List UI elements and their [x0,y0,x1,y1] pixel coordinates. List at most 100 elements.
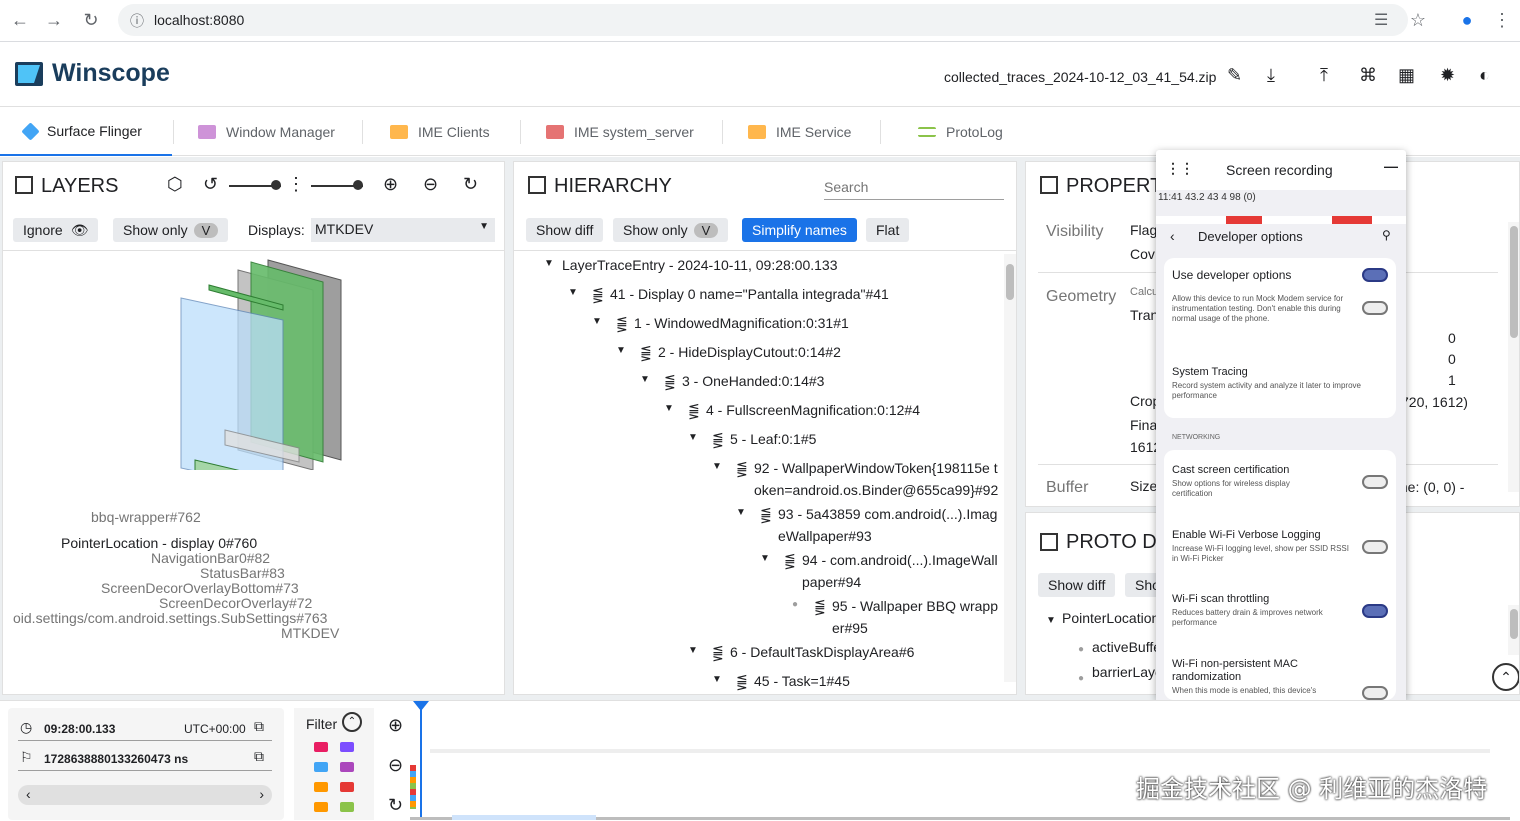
proto-row[interactable]: activeBuffe [1092,638,1161,656]
zoom-out-icon[interactable]: ⊖ [423,174,438,195]
eye-icon: 👁 [70,221,89,238]
trace-filter-icon[interactable] [314,742,328,752]
pin-icon[interactable]: ⪋ [736,672,748,690]
trace-filter-icon[interactable] [314,802,328,812]
bug-icon[interactable]: ✹ [1440,65,1455,86]
ignore-button[interactable]: Ignore 👁 [13,218,99,242]
edit-icon[interactable]: ✎ [1227,65,1242,86]
pin-icon[interactable]: ⪋ [736,459,748,477]
toggle-switch[interactable] [1362,268,1388,282]
proto-row[interactable]: PointerLocation [1062,609,1159,627]
translate-icon[interactable]: ☰ [1374,10,1388,30]
collapse-icon[interactable] [1040,176,1058,194]
minimize-icon[interactable]: — [1384,158,1398,174]
trace-markers [410,765,416,809]
pin-icon[interactable]: ⪋ [616,314,628,332]
toggle-switch[interactable] [1362,475,1388,489]
trace-filter-icon[interactable] [340,782,354,792]
pin-icon[interactable]: ⪋ [592,285,604,303]
copy-icon[interactable]: ⧉ [254,718,264,735]
upload-icon[interactable]: ⤒ [1320,65,1328,86]
trace-filter-icon[interactable] [314,762,328,772]
forward-icon[interactable]: → [42,8,66,32]
timeline-cursor[interactable] [420,705,422,820]
tab-window-manager[interactable]: Window Manager [198,108,335,156]
docs-icon[interactable]: ▦ [1398,65,1415,86]
scrollbar[interactable] [1508,222,1519,492]
pin-icon[interactable]: ⪋ [640,343,652,361]
search-input[interactable] [824,174,1004,200]
back-arrow-icon[interactable]: ‹ [1170,228,1175,244]
prev-entry-icon[interactable]: ‹ [26,786,31,802]
layer-label: NavigationBar0#82 [151,550,271,566]
tab-ime-system-server[interactable]: IME system_server [546,108,694,156]
trace-filter-icon[interactable] [340,802,354,812]
display-select[interactable]: MTKDEV ▼ [311,218,495,242]
copy-icon[interactable]: ⧉ [254,748,264,765]
reset-zoom-icon[interactable]: ↻ [388,795,403,816]
tab-protolog[interactable]: ProtoLog [918,108,1003,156]
simplify-names-button[interactable]: Simplify names [742,218,857,242]
drag-handle-icon[interactable]: ⋮⋮ [1166,160,1194,177]
3d-view-icon[interactable]: ⬡ [167,174,183,195]
menu-icon[interactable]: ⋮ [1490,8,1514,32]
pin-icon[interactable]: ⪋ [784,551,796,569]
reset-view-icon[interactable]: ↻ [463,174,478,195]
slider-thumb[interactable] [353,180,363,190]
collapse-icon[interactable] [1040,533,1058,551]
minimap-selection[interactable] [452,815,596,820]
show-only-button[interactable]: Show only V [613,218,729,242]
toggle-switch[interactable] [1362,301,1388,315]
zoom-out-icon[interactable]: ⊖ [388,755,403,776]
pin-icon[interactable]: ⪋ [814,597,826,615]
reload-icon[interactable]: ↻ [79,8,103,32]
tree-row-label: 94 - com.android(...).ImageWall [802,552,998,568]
scrollbar[interactable] [1508,605,1519,655]
trace-filter-icon[interactable] [314,782,328,792]
address-bar[interactable]: ⓘ localhost:8080 ☰ [118,4,1408,36]
tab-surface-flinger[interactable]: Surface Flinger [0,108,172,156]
pin-icon[interactable]: ⪋ [712,430,724,448]
time-field[interactable]: ◷ 09:28:00.133 UTC+00:00 ⧉ [18,717,272,741]
pin-icon[interactable]: ⪋ [688,401,700,419]
trace-filter-icon[interactable] [340,742,354,752]
trace-filter-icon[interactable] [340,762,354,772]
info-icon[interactable]: ⓘ [130,11,144,31]
zoom-in-icon[interactable]: ⊕ [388,715,403,736]
rotate-icon[interactable]: ↺ [203,174,218,195]
search-icon[interactable]: ⚲ [1382,228,1391,242]
chevron-up-icon[interactable]: ⌃ [1492,663,1519,691]
download-icon[interactable]: ⤓ [1267,65,1275,86]
toggle-switch[interactable] [1362,540,1388,554]
ns-field[interactable]: ⚐ 1728638880133260473 ns ⧉ [18,747,272,771]
scrollbar[interactable] [1004,254,1016,682]
chevron-up-icon[interactable]: ⌃ [342,712,362,732]
zoom-in-icon[interactable]: ⊕ [383,174,398,195]
cursor-handle[interactable] [413,701,429,711]
show-diff-button[interactable]: Show diff [1038,573,1116,597]
collapse-icon[interactable] [528,176,546,194]
back-icon[interactable]: ← [8,8,32,32]
theme-icon[interactable]: ◐ [1479,65,1490,86]
list-icon [918,127,936,137]
pin-icon[interactable]: ⪋ [712,643,724,661]
tree-row-label: 4 - FullscreenMagnification:0:12#4 [706,402,921,418]
spacing-icon[interactable]: ⋮ [287,174,305,195]
next-entry-icon[interactable]: › [259,786,264,802]
pin-icon[interactable]: ⪋ [760,505,772,523]
tab-ime-service[interactable]: IME Service [748,108,851,156]
toggle-switch[interactable] [1362,604,1388,618]
slider-thumb[interactable] [271,180,281,190]
toggle-switch[interactable] [1362,686,1388,700]
star-icon[interactable]: ☆ [1406,8,1430,32]
pin-icon[interactable]: ⪋ [664,372,676,390]
proto-row[interactable]: barrierLaye [1092,663,1163,681]
collapse-icon[interactable] [15,176,33,194]
show-only-button[interactable]: Show only V [113,218,229,242]
flat-button[interactable]: Flat [866,218,910,242]
show-diff-button[interactable]: Show diff [526,218,604,242]
hierarchy-title: HIERARCHY [554,175,672,197]
profile-icon[interactable]: ● [1455,8,1479,32]
shortcut-icon[interactable]: ⌘ [1359,65,1377,86]
tab-ime-clients[interactable]: IME Clients [390,108,490,156]
